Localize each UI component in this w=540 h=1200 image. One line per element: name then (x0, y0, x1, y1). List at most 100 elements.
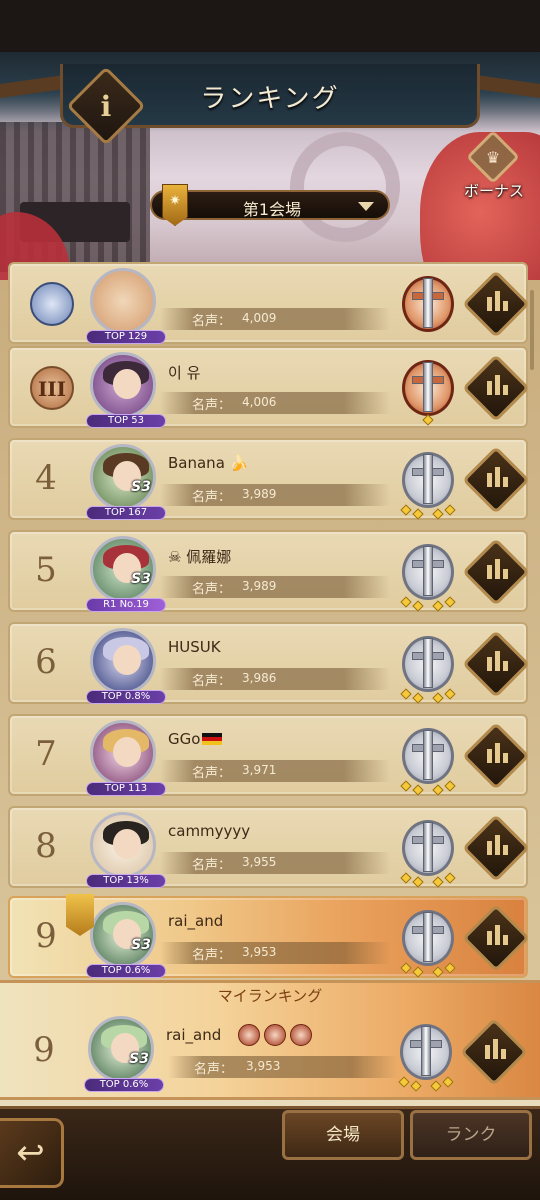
stats-button[interactable] (460, 1018, 528, 1086)
trophy-icon (396, 632, 460, 704)
ranking-row[interactable]: 5 S3 R1 No.19 ☠ 佩羅娜 名声： 3,989 (8, 530, 530, 612)
stats-button[interactable] (462, 354, 530, 422)
fame-label: 名声： (192, 490, 232, 505)
fame-label: 名声： (192, 948, 232, 963)
tab-venue[interactable]: 会場 (282, 1110, 404, 1160)
tier-tag: TOP 13% (86, 874, 166, 888)
trophy-icon (396, 724, 460, 796)
bar-chart-icon (475, 917, 517, 959)
s3-badge: S3 (131, 479, 151, 495)
rank-number: 8 (35, 826, 57, 866)
ranking-row[interactable]: 6 TOP 0.8% HUSUK 名声： 3,986 (8, 622, 530, 704)
stats-button[interactable] (462, 904, 530, 972)
s3-badge: S3 (131, 571, 151, 587)
player-name: HUSUK (168, 638, 221, 656)
tier-tag: TOP 129 (86, 330, 166, 344)
trophy-icon (396, 906, 460, 978)
status-bar (0, 0, 540, 52)
avatar-face (113, 829, 141, 859)
s3-badge: S3 (129, 1051, 149, 1067)
fame-label: 名声： (192, 858, 232, 873)
fame-value: 3,986 (242, 671, 277, 685)
stats-button[interactable] (462, 446, 530, 514)
crown-icon: ♛ (485, 147, 501, 167)
fame-value: 4,006 (242, 395, 277, 409)
achievement-badges (238, 1024, 316, 1050)
scrollbar[interactable] (530, 290, 534, 370)
fame-label: 名声： (192, 766, 232, 781)
player-name: rai_and (166, 1026, 222, 1044)
back-button[interactable]: ↩ (0, 1118, 64, 1188)
fame-value: 3,989 (242, 487, 277, 501)
stats-button[interactable] (462, 630, 530, 698)
avatar[interactable] (90, 720, 156, 786)
background-gear (290, 132, 400, 242)
fame-label: 名声： (194, 1062, 234, 1077)
avatar[interactable] (90, 268, 156, 334)
ranking-row[interactable]: 8 TOP 13% cammyyyy 名声： 3,955 (8, 806, 530, 888)
avatar[interactable]: S3 (88, 1016, 154, 1082)
tier-tag: TOP 0.8% (86, 690, 166, 704)
achievement-badge-icon (238, 1024, 260, 1046)
ranking-screen: ランキング i ♛ ボーナス ✷ 第1会場 TOP 129 名声： 4,009 … (0, 0, 540, 1200)
fame-value: 3,953 (242, 945, 277, 959)
stats-button[interactable] (462, 722, 530, 790)
tier-tag: TOP 0.6% (84, 1078, 164, 1092)
chevron-down-icon (358, 202, 374, 211)
achievement-badge-icon (264, 1024, 286, 1046)
rank-medal-icon: III (30, 366, 74, 410)
avatar[interactable] (90, 628, 156, 694)
player-name-text: GGo (168, 730, 201, 748)
bar-chart-icon (475, 827, 517, 869)
rank-number: 6 (35, 642, 57, 682)
tier-tag: TOP 167 (86, 506, 166, 520)
rank-medal-icon (30, 282, 74, 326)
fame-label: 名声： (192, 314, 232, 329)
bonus-button[interactable]: ♛ ボーナス (452, 130, 536, 214)
bonus-label: ボーナス (463, 182, 524, 200)
ranking-row[interactable]: TOP 129 名声： 4,009 (8, 262, 530, 344)
bar-chart-icon (475, 459, 517, 501)
fame-label: 名声： (192, 582, 232, 597)
ranking-row[interactable]: 4 S3 TOP 167 Banana 🍌 名声： 3,989 (8, 438, 530, 520)
fame-value: 4,009 (242, 311, 277, 325)
trophy-icon (396, 356, 460, 426)
bonus-emblem: ♛ (466, 130, 520, 184)
rank-number: 4 (35, 458, 57, 498)
player-name: Banana 🍌 (168, 454, 249, 472)
ranking-row[interactable]: III TOP 53 이 유 名声： 4,006 (8, 346, 530, 428)
fame-value: 3,971 (242, 763, 277, 777)
bar-chart-icon (473, 1031, 515, 1073)
avatar[interactable]: S3 (90, 902, 156, 968)
tier-tag: TOP 0.6% (86, 964, 166, 978)
bar-chart-icon (475, 283, 517, 325)
bar-chart-icon (475, 735, 517, 777)
player-name: ☠ 佩羅娜 (168, 548, 232, 566)
tab-rank[interactable]: ランク (410, 1110, 532, 1160)
avatar[interactable]: S3 (90, 536, 156, 602)
fame-label: 名声： (192, 674, 232, 689)
avatar[interactable] (90, 352, 156, 418)
rank-number: 9 (33, 1030, 55, 1070)
bar-chart-icon (475, 643, 517, 685)
player-name: rai_and (168, 912, 224, 930)
venue-dropdown[interactable]: ✷ 第1会場 (150, 184, 390, 226)
avatar[interactable] (90, 812, 156, 878)
avatar[interactable]: S3 (90, 444, 156, 510)
avatar-face (113, 369, 141, 399)
tier-tag: TOP 113 (86, 782, 166, 796)
ranking-row[interactable]: 7 TOP 113 GGo 名声： 3,971 (8, 714, 530, 796)
back-arrow-icon: ↩ (16, 1133, 45, 1173)
stats-button[interactable] (462, 270, 530, 338)
venue-label: 第1会場 (242, 200, 302, 219)
my-ranking-title: マイランキング (217, 987, 323, 1005)
trophy-icon (396, 272, 460, 342)
trophy-icon (396, 448, 460, 520)
flag-icon (202, 733, 223, 745)
stats-button[interactable] (462, 814, 530, 882)
fame-value: 3,953 (246, 1059, 281, 1073)
trophy-icon (394, 1020, 458, 1092)
stats-button[interactable] (462, 538, 530, 606)
ranking-row-self[interactable]: 9 S3 TOP 0.6% rai_and 名声： 3,953 (8, 894, 530, 978)
fame-label: 名声： (192, 398, 232, 413)
